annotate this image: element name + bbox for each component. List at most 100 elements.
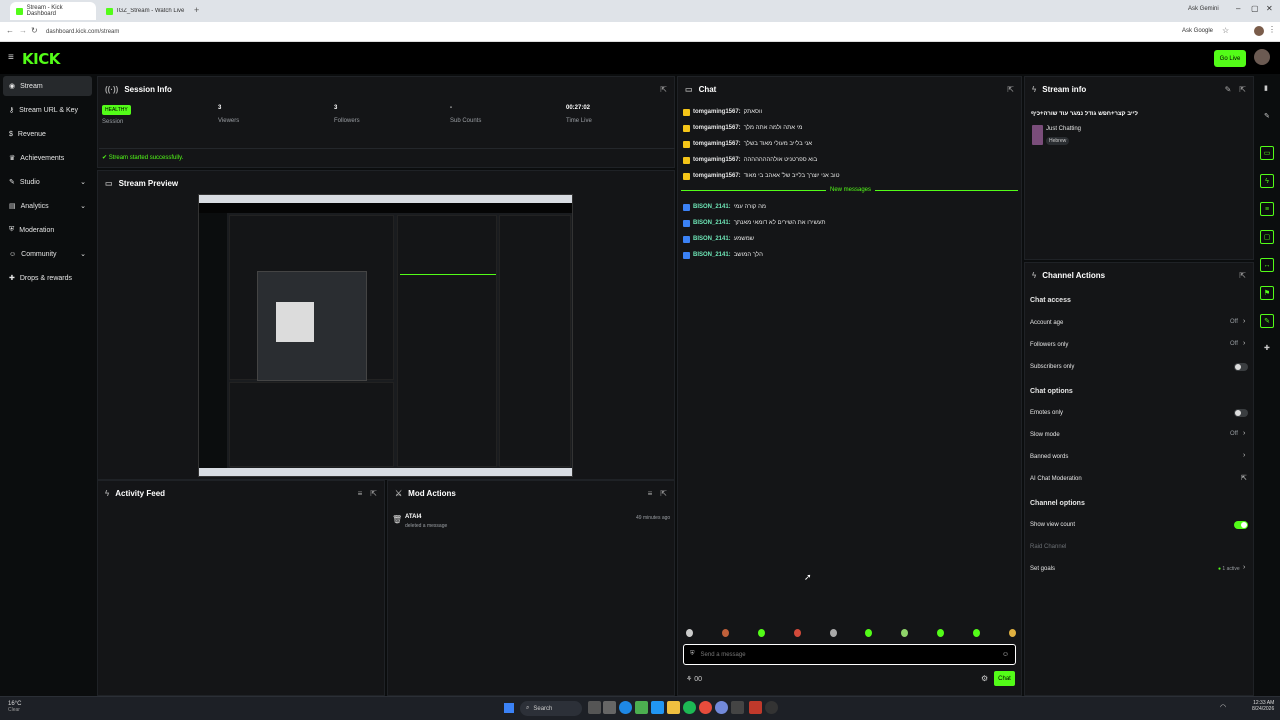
sidebar-item-achievements[interactable]: ♛ Achievements [3,148,92,168]
filter-icon[interactable]: ≡ [648,489,653,498]
edge-browser-icon[interactable] [619,701,632,714]
popout-icon[interactable]: ⇱ [660,489,667,498]
chevron-right-icon[interactable]: › [1243,430,1245,437]
mail-icon[interactable] [651,701,664,714]
popout-icon[interactable]: ⇱ [1007,85,1014,94]
hamburger-menu-icon[interactable]: ≡ [8,52,14,63]
ask-gemini-button[interactable]: Ask Gemini [1188,6,1219,12]
store-icon[interactable] [635,701,648,714]
chat-message[interactable]: tomgaming1567: מי אתה ולמה אתה מלך [683,121,802,135]
weather-widget[interactable]: 16°C Clear [8,701,21,713]
chat-message[interactable]: tomgaming1567: אני בלייב מעולי מאוד בשלך [683,137,812,151]
spotify-icon[interactable] [683,701,696,714]
reload-icon[interactable]: ↻ [31,26,38,35]
show-view-count-toggle[interactable] [1234,521,1248,529]
go-live-button[interactable]: Go Live [1214,50,1246,67]
emote-icon[interactable] [1008,629,1016,637]
chat-username[interactable]: tomgaming1567: [693,173,741,179]
rail-monitor-button[interactable]: ▭ [1260,146,1274,160]
external-link-icon[interactable]: ⇱ [1241,474,1247,482]
rail-code-button[interactable]: ↔ [1260,258,1274,272]
forward-icon[interactable]: → [19,26,27,35]
browser-tab-watch[interactable]: IGZ_Stream - Watch Live on Ki... [100,2,192,20]
chevron-right-icon[interactable]: › [1243,340,1245,347]
sidebar-item-drops-rewards[interactable]: ✚ Drops & rewards [3,268,92,288]
emotes-only-toggle[interactable] [1234,409,1248,417]
discord-icon[interactable] [715,701,728,714]
new-tab-icon[interactable]: + [194,5,199,15]
url-field[interactable]: dashboard.kick.com/stream [40,25,1160,39]
stream-tag[interactable]: Hebrew [1046,137,1070,145]
chat-username[interactable]: BISON_2141: [693,252,731,258]
sidebar-item-community[interactable]: ☺ Community ⌄ [3,244,92,264]
chat-username[interactable]: tomgaming1567: [693,157,741,163]
emote-icon[interactable] [829,629,837,637]
points-indicator[interactable]: ⚘ 00 [686,675,702,683]
popout-icon[interactable]: ⇱ [370,489,377,498]
chat-settings-gear-icon[interactable]: ⚙ [981,674,988,683]
chat-message[interactable]: BISON_2141: תעשירו את השירים לא דומאי מאנ… [683,216,825,230]
chat-username[interactable]: tomgaming1567: [693,109,741,115]
task-view-icon[interactable] [588,701,601,714]
bookmark-star-icon[interactable]: ☆ [1222,26,1229,35]
chevron-right-icon[interactable]: › [1243,564,1245,571]
mod-action-user[interactable]: ATAI4 [405,514,421,520]
file-explorer-icon[interactable] [667,701,680,714]
chat-username[interactable]: BISON_2141: [693,220,731,226]
browser-tab-dashboard[interactable]: Stream - Kick Dashboard [10,2,96,20]
browser-menu-icon[interactable]: ⋮ [1268,25,1276,34]
chat-username[interactable]: BISON_2141: [693,236,731,242]
sidebar-item-stream[interactable]: ◉ Stream [3,76,92,96]
emote-icon[interactable] [865,629,873,637]
set-goals-label[interactable]: Set goals [1030,566,1055,572]
chat-username[interactable]: tomgaming1567: [693,141,741,147]
kick-logo[interactable]: KICK [22,50,60,68]
account-age-value[interactable]: Off [1230,319,1238,325]
chat-message[interactable]: BISON_2141: מה קורה עמי [683,200,766,214]
clock[interactable]: 12:33 AM 8/24/2026 [1252,700,1274,712]
obs-icon[interactable] [765,701,778,714]
raid-channel-label[interactable]: Raid Channel [1030,544,1066,550]
close-window-icon[interactable]: ✕ [1266,4,1273,13]
followers-only-value[interactable]: Off [1230,341,1238,347]
emote-icon[interactable] [901,629,909,637]
minimize-icon[interactable]: – [1236,4,1240,13]
emote-icon[interactable] [721,629,729,637]
rail-chat-button[interactable]: ▢ [1260,230,1274,244]
ai-chat-moderation-label[interactable]: AI Chat Moderation [1030,476,1082,482]
subscribers-only-toggle[interactable] [1234,363,1248,371]
ask-google-button[interactable]: Ask Google [1182,28,1213,34]
emote-icon[interactable] [686,629,693,637]
rail-edit-icon[interactable]: ✎ [1264,112,1270,120]
popout-icon[interactable]: ⇱ [660,85,667,94]
rail-tool-button[interactable]: ✎ [1260,314,1274,328]
sidebar-item-moderation[interactable]: ⛨ Moderation [3,220,92,240]
stream-category[interactable]: Just Chatting [1046,126,1081,132]
rail-list-button[interactable]: ≡ [1260,202,1274,216]
emote-icon[interactable] [793,629,801,637]
emote-icon[interactable] [937,629,945,637]
filter-icon[interactable]: ≡ [358,489,363,498]
sidebar-item-revenue[interactable]: $ Revenue [3,124,92,144]
emote-icon[interactable] [757,629,765,637]
rail-extension-icon[interactable]: ✚ [1264,344,1270,352]
widgets-icon[interactable] [603,701,616,714]
user-avatar[interactable] [1254,49,1270,65]
rail-lightning-button[interactable]: ϟ [1260,174,1274,188]
steam-icon[interactable] [731,701,744,714]
chat-message[interactable]: BISON_2141: הלך המושב [683,248,763,262]
chat-username[interactable]: BISON_2141: [693,204,731,210]
popout-icon[interactable]: ⇱ [1239,85,1246,94]
slow-mode-value[interactable]: Off [1230,431,1238,437]
chrome-icon[interactable] [699,701,712,714]
chevron-right-icon[interactable]: › [1243,452,1245,459]
emote-icon[interactable] [973,629,980,637]
chat-message[interactable]: tomgaming1567: ווסאתק [683,105,762,119]
edit-pencil-icon[interactable]: ✎ [1225,85,1232,94]
chat-send-button[interactable]: Chat [994,671,1015,686]
app-icon[interactable] [749,701,762,714]
rail-badge-button[interactable]: ⚑ [1260,286,1274,300]
sidebar-item-analytics[interactable]: ▤ Analytics ⌄ [3,196,92,216]
stream-preview-video[interactable] [198,194,573,477]
rail-collapse-icon[interactable]: ▮ [1264,84,1268,92]
